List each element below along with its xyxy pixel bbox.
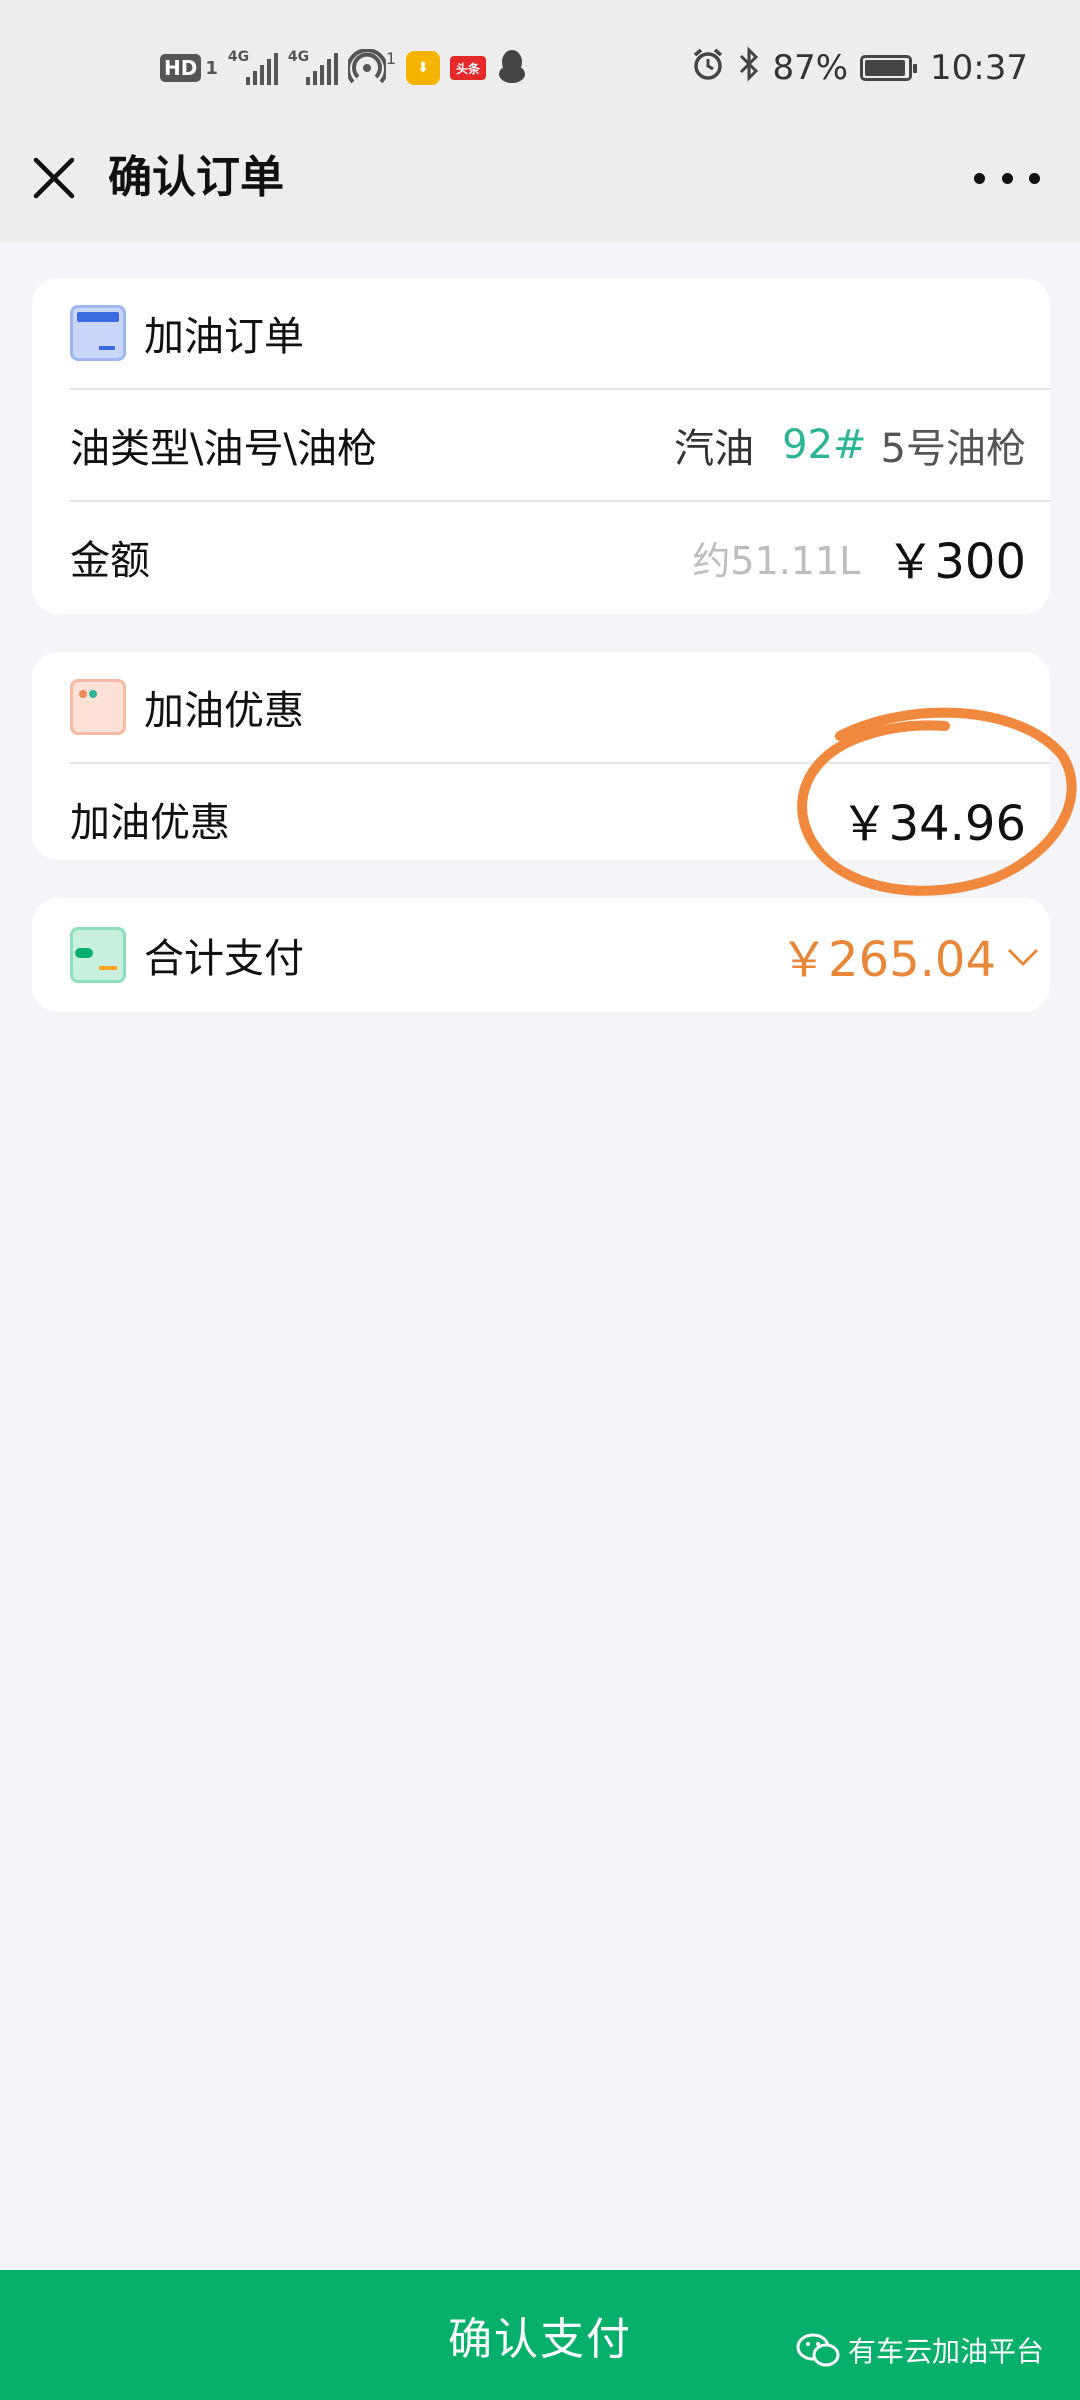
more-dot-icon bbox=[1029, 172, 1040, 184]
total-row[interactable]: 合计支付 ￥265.04 bbox=[32, 898, 1050, 1012]
fuel-type: 汽油 bbox=[674, 426, 755, 472]
more-options-button[interactable] bbox=[974, 166, 1040, 190]
bluetooth-icon bbox=[738, 45, 760, 91]
wallet-icon bbox=[70, 927, 126, 983]
fuel-info-label: 油类型\油号\油枪 bbox=[70, 426, 377, 472]
status-icons-right: 87% 10:37 bbox=[690, 45, 1028, 91]
amount-value: ￥300 bbox=[886, 534, 1026, 590]
toutiao-app-icon: 头条 bbox=[450, 56, 487, 80]
hd-voice-icon: HD bbox=[160, 54, 202, 82]
amount-label: 金额 bbox=[70, 538, 150, 584]
total-card[interactable]: 合计支付 ￥265.04 bbox=[32, 898, 1050, 1012]
battery-percent: 87% bbox=[772, 48, 849, 88]
fuel-info-row: 油类型\油号\油枪 汽油 92# 5号油枪 bbox=[32, 390, 1050, 500]
title-bar: 确认订单 bbox=[0, 136, 1080, 242]
fuel-grade: 92# bbox=[782, 422, 867, 468]
download-app-icon: ⬇ bbox=[406, 51, 441, 85]
hotspot-icon: 1 bbox=[347, 49, 396, 87]
battery-icon bbox=[860, 55, 918, 81]
hd-sub-label: 1 bbox=[205, 57, 218, 79]
amount-row: 金额 约51.11L ￥300 bbox=[32, 502, 1050, 612]
more-dot-icon bbox=[974, 172, 985, 184]
more-dot-icon bbox=[1001, 172, 1013, 184]
status-bar: HD 1 4G 4G 1 ⬇ 头条 87% 10:37 bbox=[0, 0, 1080, 136]
close-icon bbox=[33, 157, 75, 199]
signal-strength-icon: 4G bbox=[228, 49, 278, 85]
fuel-volume: 约51.11L bbox=[692, 538, 861, 583]
close-button[interactable] bbox=[30, 154, 78, 202]
order-card: 加油订单 油类型\油号\油枪 汽油 92# 5号油枪 金额 约51.11L ￥3… bbox=[32, 278, 1050, 614]
qq-penguin-icon bbox=[496, 48, 528, 88]
coupon-icon bbox=[70, 679, 126, 735]
annotation-circle-mark bbox=[797, 707, 1077, 896]
order-card-title: 加油订单 bbox=[144, 314, 304, 360]
clock: 10:37 bbox=[930, 48, 1028, 88]
wechat-icon bbox=[796, 2333, 840, 2367]
order-icon bbox=[70, 305, 126, 361]
gun-number: 5号油枪 bbox=[880, 426, 1026, 472]
watermark-text: 有车云加油平台 bbox=[847, 2335, 1044, 2368]
discount-label: 加油优惠 bbox=[70, 800, 230, 846]
alarm-icon bbox=[690, 46, 726, 91]
confirm-pay-label: 确认支付 bbox=[448, 2314, 632, 2365]
status-icons-left: HD 1 4G 4G 1 ⬇ 头条 bbox=[160, 46, 528, 90]
page-title: 确认订单 bbox=[108, 152, 284, 203]
wechat-watermark: 有车云加油平台 bbox=[796, 2330, 1044, 2370]
order-card-header: 加油订单 bbox=[32, 278, 1050, 388]
chevron-down-icon[interactable] bbox=[1006, 932, 1040, 978]
discount-card-title: 加油优惠 bbox=[144, 688, 304, 734]
total-label: 合计支付 bbox=[144, 936, 304, 982]
total-value: ￥265.04 bbox=[780, 932, 996, 988]
signal-strength-icon-2: 4G bbox=[288, 49, 338, 85]
